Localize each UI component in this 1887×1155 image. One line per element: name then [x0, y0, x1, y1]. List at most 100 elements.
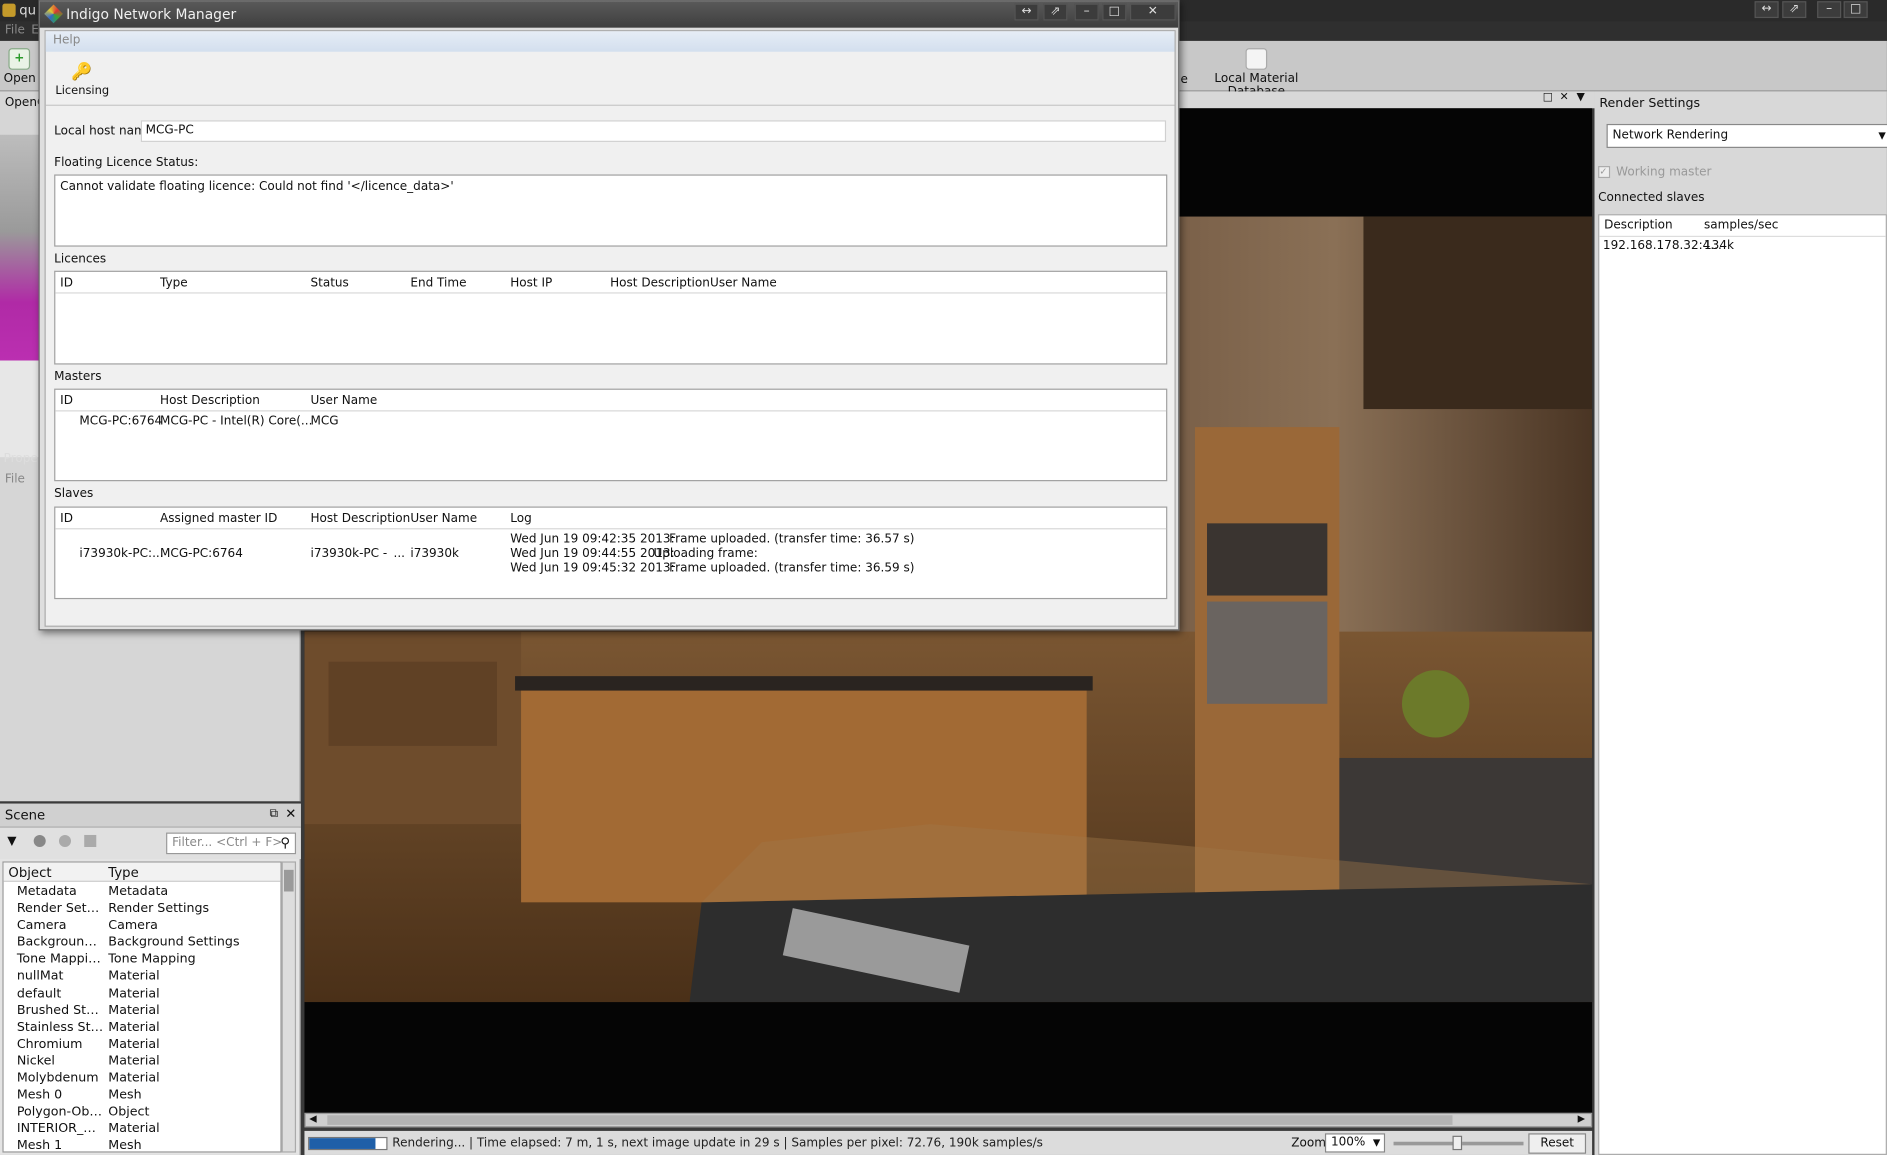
undock-icon[interactable]: ⇗: [1782, 1, 1807, 19]
dialog-title-bar[interactable]: Indigo Network Manager ↔ ⇗ – □ ✕: [39, 1, 1179, 28]
slave-host-description: i73930k-PC -: [310, 547, 388, 561]
render-mode-select[interactable]: Network Rendering ▼: [1606, 123, 1887, 148]
column-type[interactable]: Type: [160, 277, 188, 290]
scene-row[interactable]: Camera Camera: [4, 918, 281, 935]
slave-host-ellipsis: ...: [393, 547, 406, 561]
viewport-float-icon[interactable]: □: [1543, 91, 1553, 103]
progress-fill: [309, 1138, 376, 1149]
scene-row[interactable]: Render Settings Render Settings: [4, 901, 281, 918]
slave-samples: 134k: [1704, 239, 1734, 253]
scene-scrollbar[interactable]: [281, 861, 297, 1153]
menu-file[interactable]: File: [5, 24, 25, 37]
restore-arrows-icon[interactable]: ↔: [1014, 3, 1039, 21]
restore-arrows-icon[interactable]: ↔: [1754, 1, 1779, 19]
scroll-right-icon[interactable]: ▶: [1578, 1113, 1585, 1124]
scene-object-name: Background S...: [16, 935, 104, 950]
undock-icon[interactable]: ⇗: [1043, 3, 1068, 21]
scene-row[interactable]: Nickel Material: [4, 1054, 281, 1071]
column-user-name[interactable]: User Name: [710, 277, 777, 290]
scene-object-type: Material: [108, 1019, 160, 1035]
column-user-name[interactable]: User Name: [410, 513, 477, 526]
dialog-minimize-button[interactable]: –: [1074, 3, 1099, 21]
scene-row[interactable]: INTERIOR_WA...Material: [4, 1122, 281, 1139]
column-object[interactable]: Object: [8, 865, 51, 881]
column-user-name[interactable]: User Name: [310, 395, 377, 408]
column-assigned-master-id[interactable]: Assigned master ID: [160, 513, 277, 526]
search-icon[interactable]: ⚲: [280, 835, 290, 851]
sphere-icon[interactable]: [58, 834, 72, 847]
column-id[interactable]: ID: [60, 395, 73, 408]
viewport-menu-icon[interactable]: ▼: [1576, 91, 1584, 103]
local-host-field[interactable]: MCG-PC: [140, 120, 1167, 142]
dialog-maximize-button[interactable]: □: [1102, 3, 1127, 21]
column-host-description[interactable]: Host Description: [160, 395, 260, 408]
scene-object-name: Polygon-Objekt: [16, 1104, 104, 1120]
upper-shelf: [1363, 216, 1593, 410]
maximize-button[interactable]: □: [1843, 1, 1868, 19]
scene-row[interactable]: Molybdenum Material: [4, 1071, 281, 1088]
reset-button[interactable]: Reset: [1528, 1133, 1587, 1154]
scene-object-name: nullMat: [16, 969, 64, 984]
viewport-hscrollbar[interactable]: ◀ ▶: [304, 1112, 1593, 1128]
slave-id: i73930k-PC:...: [79, 547, 164, 561]
scene-row[interactable]: Stainless Steel...Material: [4, 1020, 281, 1037]
column-id[interactable]: ID: [60, 513, 73, 526]
scene-row[interactable]: Mesh 0 Mesh: [4, 1088, 281, 1105]
chevron-down-icon: ▼: [1372, 1136, 1381, 1148]
log-date-3: Wed Jun 19 09:45:32 2013:: [510, 561, 675, 576]
main-window-title: qu: [19, 2, 37, 19]
minimize-button[interactable]: –: [1817, 1, 1842, 19]
viewport-expand-icon[interactable]: ✕: [1560, 91, 1569, 103]
scene-panel-header: Scene ⧉ ✕: [0, 803, 301, 828]
cube-icon[interactable]: [84, 834, 97, 847]
open-button[interactable]: + Open: [4, 48, 36, 85]
microwave: [1207, 523, 1328, 596]
licences-table: ID Type Status End Time Host IP Host Des…: [54, 270, 1168, 365]
slave-row[interactable]: i73930k-PC:... MCG-PC:6764 i73930k-PC - …: [55, 532, 1166, 580]
column-description[interactable]: Description: [1604, 219, 1673, 232]
scene-rows: MetadataMetadataRender SettingsRender Se…: [4, 882, 281, 1152]
scene-row[interactable]: Mesh 1 Mesh: [4, 1139, 281, 1152]
zoom-select[interactable]: 100% ▼: [1324, 1133, 1386, 1153]
scene-row[interactable]: Background S... Background Settings: [4, 935, 281, 952]
scroll-left-icon[interactable]: ◀: [309, 1113, 316, 1124]
column-host-description[interactable]: Host Description: [310, 513, 410, 526]
scene-row[interactable]: nullMat Material: [4, 969, 281, 986]
menu-help[interactable]: Help: [53, 34, 80, 47]
scene-table: Object Type Metadata Metadata Render Setti…: [2, 861, 282, 1153]
master-row[interactable]: MCG-PC:6764 MCG-PC - Intel(R) Core(... M…: [55, 414, 1166, 433]
scrollbar-handle[interactable]: [284, 869, 294, 892]
float-panel-icon[interactable]: ⧉: [270, 807, 279, 820]
scene-filter-input[interactable]: Filter... <Ctrl + F>: [166, 832, 297, 855]
slave-assigned-master: MCG-PC:6764: [160, 547, 243, 561]
zoom-slider-handle[interactable]: [1452, 1135, 1463, 1151]
column-end-time[interactable]: End Time: [410, 277, 466, 290]
working-master-checkbox[interactable]: ✓: [1598, 166, 1611, 179]
slaves-table-header: ID Assigned master ID Host Description U…: [55, 508, 1167, 530]
connected-slaves-table: Description samples/sec 192.168.178.32:4…: [1598, 214, 1887, 1155]
hscroll-handle[interactable]: [327, 1115, 1453, 1125]
scene-row[interactable]: Polygon-Objekt Object: [4, 1105, 281, 1122]
column-host-description[interactable]: Host Description: [610, 277, 710, 290]
scene-row[interactable]: default Material: [4, 986, 281, 1003]
column-log[interactable]: Log: [510, 513, 532, 526]
scene-row[interactable]: Chromium Material: [4, 1037, 281, 1054]
close-panel-icon[interactable]: ✕: [285, 806, 296, 822]
column-host-ip[interactable]: Host IP: [510, 277, 552, 290]
light-icon[interactable]: [33, 834, 46, 847]
column-type[interactable]: Type: [108, 865, 138, 881]
window: [328, 661, 498, 746]
filter-dropdown-icon[interactable]: ▼: [7, 835, 16, 848]
scene-row[interactable]: Metadata Metadata: [4, 884, 281, 901]
dialog-close-button[interactable]: ✕: [1129, 3, 1176, 21]
scene-row[interactable]: Tone Mapping Tone Mapping: [4, 952, 281, 969]
dialog-title: Indigo Network Manager: [66, 6, 237, 23]
slave-row[interactable]: 192.168.178.32:4... 134k: [1599, 237, 1885, 256]
licences-title: Licences: [54, 252, 107, 266]
scene-object-type: Metadata: [108, 884, 169, 899]
scene-row[interactable]: Brushed Stain...Material: [4, 1003, 281, 1020]
column-id[interactable]: ID: [60, 277, 73, 290]
column-samples-sec[interactable]: samples/sec: [1704, 219, 1778, 232]
licensing-button[interactable]: 🔑 Licensing: [55, 60, 109, 103]
column-status[interactable]: Status: [310, 277, 348, 290]
